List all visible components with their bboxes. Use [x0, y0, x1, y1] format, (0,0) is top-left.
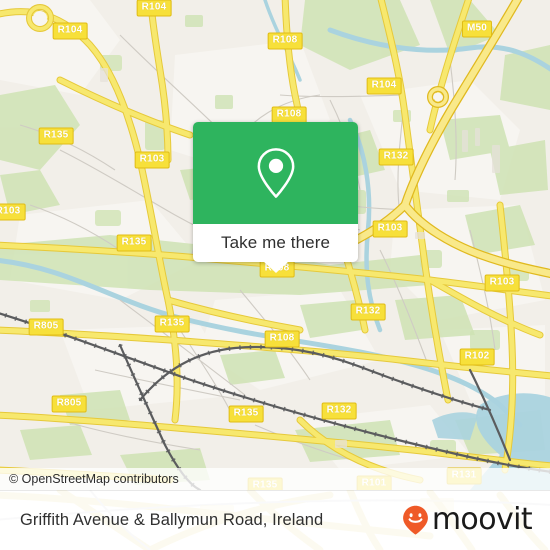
footer-bar: Griffith Avenue & Ballymun Road, Ireland… [0, 490, 550, 550]
map-pin-icon [257, 148, 294, 198]
map-screenshot: R104 R108 M50 R104 R104 R108 R135 R103 R132 R103 R… [0, 0, 550, 550]
road-shield: R805 [28, 318, 64, 336]
road-shield: R103 [0, 203, 26, 221]
road-shield: R132 [378, 148, 414, 166]
moovit-smiley-pin-icon [402, 505, 428, 535]
popup-icon-area [193, 122, 358, 224]
road-shield: R104 [136, 0, 172, 17]
road-shield: R135 [154, 315, 190, 333]
popup-pointer-tail [262, 261, 289, 273]
road-shield: R805 [51, 395, 87, 413]
road-shield: R135 [228, 405, 264, 423]
road-shield: R132 [321, 402, 357, 420]
location-title: Griffith Avenue & Ballymun Road, Ireland [20, 510, 324, 529]
road-shield: R102 [459, 348, 495, 366]
road-shield: R103 [484, 274, 520, 292]
popup-cta-area[interactable]: Take me there [193, 224, 358, 273]
moovit-wordmark: moovit [431, 502, 533, 537]
attribution-text: © OpenStreetMap contributors [9, 472, 179, 486]
road-shield: R108 [267, 32, 303, 50]
road-shield: R103 [372, 220, 408, 238]
map-attribution: © OpenStreetMap contributors [0, 468, 550, 490]
take-me-there-label: Take me there [220, 233, 331, 252]
road-shield: M50 [461, 20, 493, 38]
road-shield: R135 [38, 127, 74, 145]
road-shield: R104 [52, 22, 88, 40]
road-shield: R132 [350, 303, 386, 321]
moovit-brand-logo[interactable]: moovit [402, 502, 533, 537]
road-shield: R108 [264, 330, 300, 348]
location-popup-card[interactable]: Take me there [193, 122, 358, 273]
map-canvas[interactable]: R104 R108 M50 R104 R104 R108 R135 R103 R132 R103 R… [0, 0, 550, 490]
road-shield: R104 [366, 77, 402, 95]
road-shield: R108 [271, 106, 307, 124]
road-shield: R135 [116, 234, 152, 252]
road-shield: R103 [134, 151, 170, 169]
